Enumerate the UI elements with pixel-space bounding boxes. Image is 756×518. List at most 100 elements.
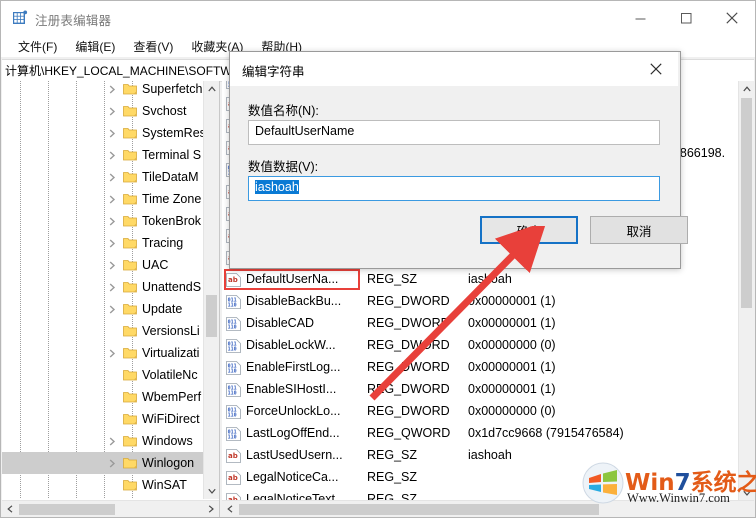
tree-item-unattends[interactable]: UnattendS [2,276,206,298]
chevron-right-icon[interactable] [106,81,118,100]
chevron-right-icon[interactable] [106,210,118,232]
value-row[interactable]: 011 110 EnableFirstLog... REG_DWORD 0x000000… [222,357,738,379]
tree-item-virtualizati[interactable]: Virtualizati [2,342,206,364]
chevron-right-icon[interactable] [106,188,118,210]
tree-scroll-up-icon[interactable] [204,81,219,97]
folder-icon [123,391,137,403]
tree-item-label: WiFiDirect [142,412,200,426]
list-scroll-thumb[interactable] [741,98,752,308]
tree-item-winsat[interactable]: WinSAT [2,474,206,496]
address-path: 计算机\HKEY_LOCAL_MACHINE\SOFTWA [5,64,240,78]
tree-item-label: VolatileNc [142,368,198,382]
value-row[interactable]: 011 110 EnableSIHostI... REG_DWORD 0x0000000… [222,379,738,401]
folder-icon [123,193,137,205]
chevron-right-icon[interactable] [106,342,118,364]
ok-button[interactable]: 确定 [480,216,578,244]
edit-string-dialog: 编辑字符串 数值名称(N): DefaultUserName 数值数据(V): … [229,51,688,269]
value-data: 0x00000001 (1) [468,360,556,374]
chevron-right-icon[interactable] [106,430,118,452]
svg-text:110: 110 [228,325,237,331]
window-title: 注册表编辑器 [35,14,112,28]
value-data: 0x1d7cc9668 (7915476584) [468,426,624,440]
value-row[interactable]: ab DefaultUserNa... REG_SZ iashoah [222,269,738,291]
chevron-right-icon[interactable] [106,276,118,298]
value-row[interactable]: 011 110 DisableCAD REG_DWORD 0x00000001 (1) [222,313,738,335]
chevron-right-icon[interactable] [106,122,118,144]
maximize-button[interactable] [663,1,709,35]
chevron-right-icon[interactable] [106,298,118,320]
tree-item-volatilenc[interactable]: VolatileNc [2,364,206,386]
close-button[interactable] [709,1,755,35]
cancel-button[interactable]: 取消 [590,216,688,244]
value-row[interactable]: 011 110 ForceUnlockLo... REG_DWORD 0x0000000… [222,401,738,423]
tree-item-label: Superfetch [142,82,203,96]
tree-item-windows[interactable]: Windows [2,430,206,452]
tree-item-time-zone[interactable]: Time Zone [2,188,206,210]
tree-item-superfetch[interactable]: Superfetch [2,81,206,100]
tree-item-label: Winlogon [142,456,195,470]
list-hscroll-thumb[interactable] [239,504,599,515]
tree-item-label: TokenBrok [142,214,202,228]
tree-vertical-scrollbar[interactable] [203,81,219,499]
value-row[interactable]: 011 110 LastLogOffEnd... REG_QWORD 0x1d7cc96… [222,423,738,445]
tree-item-tracing[interactable]: Tracing [2,232,206,254]
value-type: REG_DWORD [367,382,450,396]
tree-item-uac[interactable]: UAC [2,254,206,276]
tree-item-svchost[interactable]: Svchost [2,100,206,122]
tree-item-wifidirect[interactable]: WiFiDirect [2,408,206,430]
list-hscroll-left-icon[interactable] [222,501,238,517]
value-data-text: iashoah [255,180,299,194]
string-value-icon: ab [226,273,241,287]
minimize-button[interactable] [617,1,663,35]
tree-horizontal-scrollbar[interactable] [2,500,219,517]
chevron-right-icon[interactable] [106,254,118,276]
folder-icon [123,83,137,95]
tree-item-versionsli[interactable]: VersionsLi [2,320,206,342]
tree-scroll-down-icon[interactable] [204,483,219,499]
value-row[interactable]: 011 110 DisableBackBu... REG_DWORD 0x0000000… [222,291,738,313]
dialog-close-button[interactable] [634,52,678,86]
registry-tree-pane[interactable]: Superfetch Svchost SystemRes Terminal S Tile… [2,81,220,517]
value-name-input[interactable]: DefaultUserName [248,120,660,145]
chevron-right-icon[interactable] [106,232,118,254]
registry-editor-window: 注册表编辑器 文件(F) 编辑(E) 查看(V) 收藏夹(A) 帮助(H) 计算… [0,0,756,518]
value-type: REG_SZ [367,470,418,484]
tree-item-update[interactable]: Update [2,298,206,320]
menu-file[interactable]: 文件(F) [9,36,66,57]
tree-item-tokenbrok[interactable]: TokenBrok [2,210,206,232]
dword-value-icon: 011110 [226,339,241,353]
tree-hscroll-thumb[interactable] [19,504,115,515]
value-data-label: 数值数据(V): [248,160,319,174]
tree-scroll-thumb[interactable] [206,295,217,337]
value-name-text: DefaultUserName [255,124,355,138]
folder-icon [123,435,137,447]
list-scroll-up-icon[interactable] [739,81,754,97]
chevron-right-icon[interactable] [106,100,118,122]
chevron-right-icon[interactable] [106,452,118,474]
dialog-body: 数值名称(N): DefaultUserName 数值数据(V): iashoa… [230,86,688,266]
list-vertical-scrollbar[interactable] [738,81,754,501]
tree-hscroll-left-icon[interactable] [2,501,18,517]
svg-text:110: 110 [228,413,237,419]
value-type: REG_DWORD [367,404,450,418]
value-data-input[interactable]: iashoah [248,176,660,201]
value-data: 0x00000001 (1) [468,316,556,330]
tree-item-wbemperf[interactable]: WbemPerf [2,386,206,408]
tree-item-terminal-s[interactable]: Terminal S [2,144,206,166]
svg-text:110: 110 [228,303,237,309]
value-name: DisableLockW... [246,338,336,352]
tree-hscroll-right-icon[interactable] [203,501,219,517]
tree-item-tiledatam[interactable]: TileDataM [2,166,206,188]
value-data: iashoah [468,448,512,462]
folder-icon [123,347,137,359]
tree-item-winlogon[interactable]: Winlogon [2,452,206,474]
value-name: EnableSIHostI... [246,382,337,396]
menu-view[interactable]: 查看(V) [124,36,182,57]
tree-item-systemres[interactable]: SystemRes [2,122,206,144]
svg-text:ab: ab [228,452,238,460]
value-row[interactable]: 011 110 DisableLockW... REG_DWORD 0x00000000… [222,335,738,357]
chevron-right-icon[interactable] [106,144,118,166]
chevron-right-icon[interactable] [106,166,118,188]
menu-edit[interactable]: 编辑(E) [66,36,124,57]
folder-icon [123,325,137,337]
